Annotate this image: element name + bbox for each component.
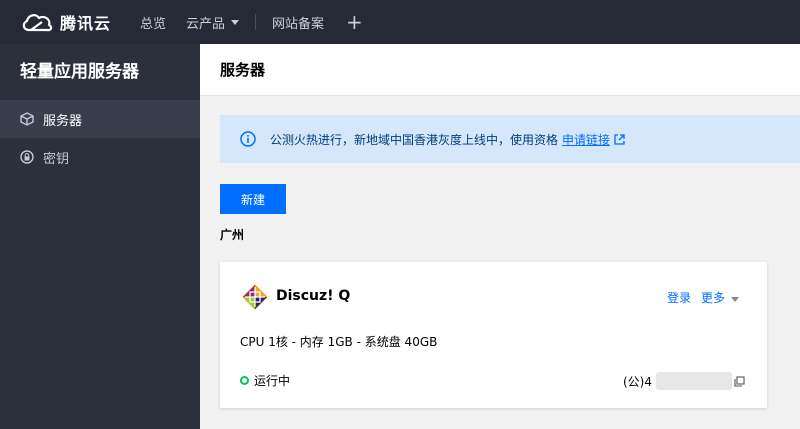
more-label: 更多: [700, 291, 725, 305]
status-text: 运行中: [254, 374, 291, 388]
more-button[interactable]: 更多: [701, 289, 739, 306]
nav-icp-filing-label: 网站备案: [272, 16, 325, 32]
instance-actions: 登录 更多: [657, 289, 739, 306]
public-ip: (公)4: [623, 372, 745, 390]
sidebar-title: 轻量应用服务器: [20, 62, 139, 82]
copy-icon[interactable]: [734, 375, 745, 387]
ip-prefix: (公)4: [623, 374, 652, 389]
sidebar-item-label: 密钥: [43, 151, 70, 167]
region-label: 广州: [220, 228, 245, 242]
info-icon: [240, 131, 256, 147]
lock-icon: [20, 150, 34, 164]
page-title: 服务器: [220, 61, 266, 79]
cube-icon: [20, 112, 34, 126]
status-badge: 运行中: [240, 372, 290, 389]
top-navbar: 腾讯云 总览 云产品 网站备案 +: [0, 0, 800, 44]
nav-cloud-products[interactable]: 云产品: [176, 0, 249, 44]
chevron-down-icon: [731, 297, 739, 302]
instance-spec: CPU 1核 - 内存 1GB - 系统盘 40GB: [240, 335, 438, 349]
cloud-logo-icon: [22, 14, 53, 32]
instance-name[interactable]: Discuz! Q: [276, 288, 350, 304]
add-shortcut-icon[interactable]: +: [334, 0, 375, 44]
sidebar-item-label: 服务器: [43, 113, 83, 129]
nav-divider: [255, 14, 257, 30]
login-button[interactable]: 登录: [667, 289, 691, 306]
page-header: 服务器: [200, 44, 800, 96]
sidebar-item-servers[interactable]: 服务器: [0, 100, 200, 138]
status-running-icon: [240, 376, 249, 385]
centos-logo-icon: [242, 284, 268, 310]
ip-redacted: [656, 372, 732, 390]
new-instance-button[interactable]: 新建: [220, 184, 286, 214]
nav-overview-label: 总览: [140, 16, 167, 32]
chevron-down-icon: [231, 19, 240, 25]
external-link-icon[interactable]: [614, 133, 625, 145]
notice-banner: 公测火热进行，新地域中国香港灰度上线中，使用资格 申请链接: [220, 115, 800, 163]
sidebar-item-keys[interactable]: 密钥: [0, 138, 200, 176]
nav-icp-filing[interactable]: 网站备案: [262, 0, 334, 44]
nav-overview[interactable]: 总览: [130, 0, 176, 44]
instance-card[interactable]: Discuz! Q 登录 更多 CPU 1核 - 内存 1GB - 系统盘 40…: [220, 262, 767, 408]
notice-text: 公测火热进行，新地域中国香港灰度上线中，使用资格: [270, 132, 559, 147]
brand-name: 腾讯云: [60, 14, 112, 33]
nav-cloud-products-label: 云产品: [186, 16, 226, 32]
sidebar: 轻量应用服务器 服务器 密钥: [0, 44, 200, 429]
brand[interactable]: 腾讯云: [0, 10, 130, 34]
apply-link[interactable]: 申请链接: [562, 131, 610, 148]
